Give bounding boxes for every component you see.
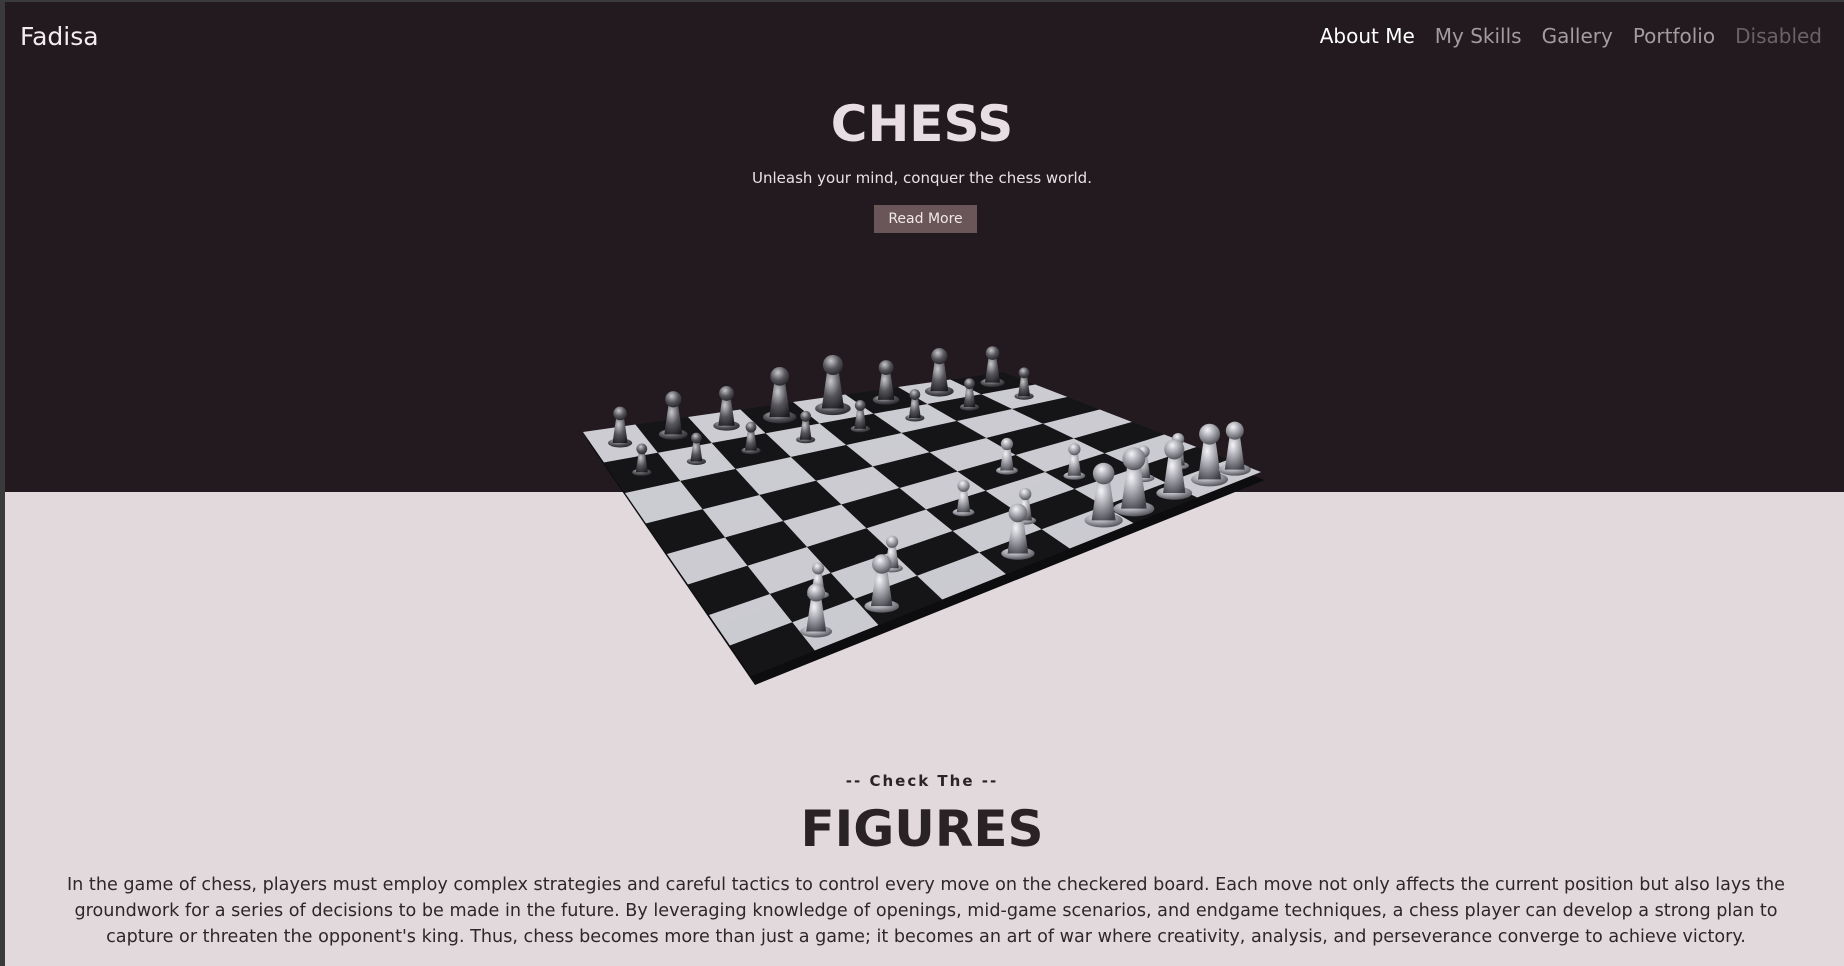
nav-link-my-skills[interactable]: My Skills (1435, 24, 1522, 48)
section-title: FIGURES (800, 800, 1044, 858)
section-body: In the game of chess, players must emplo… (66, 875, 1786, 947)
nav-item-disabled: Disabled (1735, 24, 1822, 48)
chess-piece (763, 366, 797, 424)
section-eyebrow: -- Check The -- (845, 772, 999, 790)
nav-link-disabled: Disabled (1735, 24, 1822, 48)
chessboard-illustration (583, 346, 1265, 685)
read-more-button[interactable]: Read More (874, 205, 977, 233)
chess-piece (815, 354, 851, 416)
nav-link-about-me[interactable]: About Me (1320, 24, 1415, 48)
chess-piece (924, 347, 954, 397)
hero-subtitle: Unleash your mind, conquer the chess wor… (752, 169, 1092, 187)
chess-piece (980, 346, 1005, 388)
chess-piece (872, 360, 900, 405)
nav-item-portfolio: Portfolio (1633, 24, 1715, 48)
chess-piece (1218, 421, 1251, 476)
nav-link-gallery[interactable]: Gallery (1542, 24, 1613, 48)
nav-link-portfolio[interactable]: Portfolio (1633, 24, 1715, 48)
brand-logo[interactable]: Fadisa (20, 22, 99, 51)
chessboard-image (575, 290, 1275, 710)
hero-title: CHESS (830, 95, 1014, 153)
chess-piece (713, 385, 740, 431)
chess-piece (658, 391, 688, 440)
nav-item-my-skills: My Skills (1435, 24, 1522, 48)
navbar: Fadisa About Me My Skills Gallery Portfo… (5, 2, 1844, 72)
nav-item-about-me: About Me (1320, 24, 1415, 48)
nav-item-gallery: Gallery (1542, 24, 1613, 48)
nav-links: About Me My Skills Gallery Portfolio Dis… (1320, 24, 1822, 48)
